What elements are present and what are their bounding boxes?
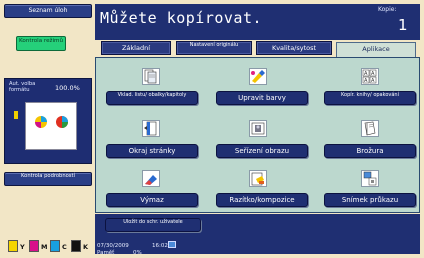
network-icon [168,241,176,248]
memory-label: Paměť [97,250,115,256]
card-shot-button[interactable]: Snímek průkazu [324,193,416,207]
job-list-label: Seznam úloh [28,7,68,14]
image-adjust-button[interactable]: Seřízení obrazu [216,144,308,158]
card-shot-icon [361,170,379,187]
stamp-button[interactable]: Razítko/kompozice [216,193,308,207]
tab-quality-density[interactable]: Kvalita/sytost [256,41,332,55]
toner-m-label: M [41,243,48,251]
copies-value: 1 [398,16,408,34]
booklet-icon [361,120,379,137]
insert-sheet-button[interactable]: Vklad. listu/ obalky/kapitoly [106,91,198,105]
tab-original-settings-label: Nastavení originálu [189,42,239,48]
book-copy-button[interactable]: Kopír. knihy/ opakování [324,91,416,105]
check-details-label: Kontrola podrobností [21,173,75,179]
applications-panel: Vklad. listu/ obalky/kapitoly Upravit ba… [95,57,420,213]
date-text: 07/30/2009 [97,243,129,249]
tab-basic-label: Základní [121,44,151,52]
svg-text:A: A [371,71,375,77]
book-copy-icon: AAAA [361,68,379,85]
toner-k-icon [71,240,81,252]
tab-applications-label: Aplikace [362,45,390,53]
image-adjust-label: Seřízení obrazu [234,147,290,155]
original-indicator-icon [14,111,18,119]
preview-panel: Aut. volba formátu 100.0% [4,78,92,164]
check-settings-button[interactable]: Kontrola režimů [16,36,66,51]
erase-button[interactable]: Výmaz [106,193,198,207]
tab-basic[interactable]: Základní [101,41,171,55]
time-text: 16:02 [152,243,168,249]
image-adjust-icon [249,120,267,137]
zoom-value: 100.0% [55,84,80,92]
check-settings-label: Kontrola režimů [18,38,63,44]
memory-value: 0% [133,250,142,256]
toner-c-icon [50,240,60,252]
color-adjust-icon [249,68,267,85]
svg-text:A: A [371,78,375,84]
color-adjust-label: Upravit barvy [238,94,286,102]
toner-y-icon [8,240,18,252]
toner-m-icon [29,240,39,252]
color-adjust-button[interactable]: Upravit barvy [216,91,308,105]
auto-format-label: Aut. volba formátu [9,81,36,93]
booklet-button[interactable]: Brožura [324,144,416,158]
status-title: Můžete kopírovat. [100,9,263,27]
svg-text:A: A [364,71,368,77]
insert-sheet-icon [142,68,160,85]
tab-applications[interactable]: Aplikace [336,42,416,58]
toner-y-label: Y [20,243,25,251]
copies-label: Kopie: [378,6,397,13]
page-margin-icon [142,120,160,137]
color-preview-icon [35,116,68,128]
save-box-button[interactable]: Uložit do schr. uživatele [105,218,201,232]
save-box-label: Uložit do schr. uživatele [123,219,183,225]
erase-label: Výmaz [140,196,164,204]
toner-k-label: K [83,243,89,251]
svg-text:A: A [364,78,368,84]
toner-c-label: C [62,243,67,251]
booklet-label: Brožura [356,147,384,155]
preview-page [25,102,77,150]
card-shot-label: Snímek průkazu [341,196,399,204]
page-margin-button[interactable]: Okraj stránky [106,144,198,158]
check-details-button[interactable]: Kontrola podrobností [4,172,92,186]
insert-sheet-label: Vklad. listu/ obalky/kapitoly [117,92,187,98]
stamp-icon [249,170,267,187]
tab-quality-density-label: Kvalita/sytost [271,44,317,52]
tab-original-settings[interactable]: Nastavení originálu [176,41,252,55]
page-margin-label: Okraj stránky [128,147,176,155]
job-list-button[interactable]: Seznam úloh [4,4,92,18]
stamp-label: Razítko/kompozice [229,196,295,204]
erase-icon [142,170,160,187]
book-copy-label: Kopír. knihy/ opakování [341,92,399,98]
left-panel: Seznam úloh Kontrola režimů Aut. volba f… [4,4,92,254]
